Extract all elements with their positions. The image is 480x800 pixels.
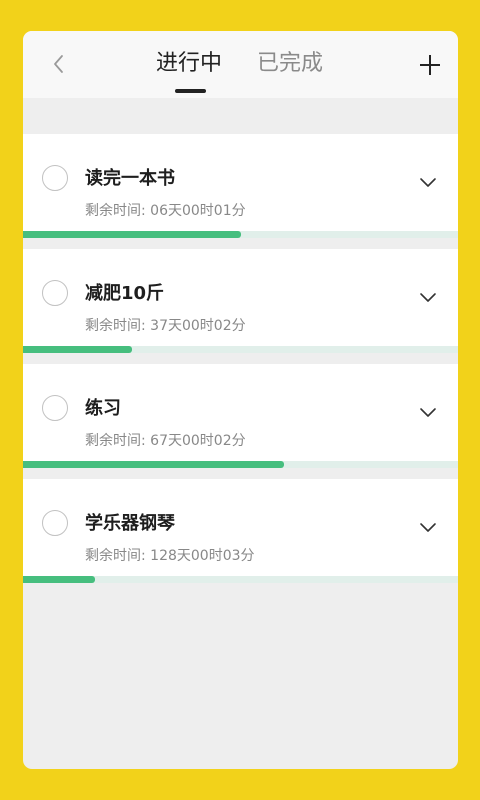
task-progress-fill <box>23 576 95 583</box>
chevron-down-icon[interactable] <box>419 176 437 188</box>
task-progress-fill <box>23 346 132 353</box>
task-progress-track <box>23 231 458 238</box>
task-remaining-time: 剩余时间: 67天00时02分 <box>85 433 246 449</box>
task-title: 读完一本书 <box>85 168 175 189</box>
task-progress-fill <box>23 461 284 468</box>
tab-in-progress[interactable]: 进行中 <box>156 50 222 78</box>
task-progress-track <box>23 461 458 468</box>
task-progress-track <box>23 346 458 353</box>
main-card: 进行中 已完成 读完一本书 剩余时间: 06天00时01分 减肥10斤 剩余时间… <box>23 31 458 769</box>
task-checkbox[interactable] <box>42 395 68 421</box>
task-remaining-time: 剩余时间: 37天00时02分 <box>85 318 246 334</box>
task-item[interactable]: 练习 剩余时间: 67天00时02分 <box>23 364 458 468</box>
task-item[interactable]: 读完一本书 剩余时间: 06天00时01分 <box>23 134 458 238</box>
task-checkbox[interactable] <box>42 280 68 306</box>
top-bar: 进行中 已完成 <box>23 31 458 98</box>
task-remaining-time: 剩余时间: 06天00时01分 <box>85 203 246 219</box>
task-item[interactable]: 减肥10斤 剩余时间: 37天00时02分 <box>23 249 458 353</box>
task-progress-fill <box>23 231 241 238</box>
task-remaining-time: 剩余时间: 128天00时03分 <box>85 548 255 564</box>
task-checkbox[interactable] <box>42 165 68 191</box>
chevron-left-icon[interactable] <box>45 50 73 78</box>
chevron-down-icon[interactable] <box>419 406 437 418</box>
plus-icon[interactable] <box>416 51 444 79</box>
chevron-down-icon[interactable] <box>419 521 437 533</box>
chevron-down-icon[interactable] <box>419 291 437 303</box>
task-title: 练习 <box>85 398 121 419</box>
task-progress-track <box>23 576 458 583</box>
active-tab-indicator <box>175 89 206 93</box>
task-title: 减肥10斤 <box>85 283 165 304</box>
task-title: 学乐器钢琴 <box>85 513 175 534</box>
tab-completed[interactable]: 已完成 <box>257 50 323 78</box>
task-checkbox[interactable] <box>42 510 68 536</box>
task-item[interactable]: 学乐器钢琴 剩余时间: 128天00时03分 <box>23 479 458 583</box>
